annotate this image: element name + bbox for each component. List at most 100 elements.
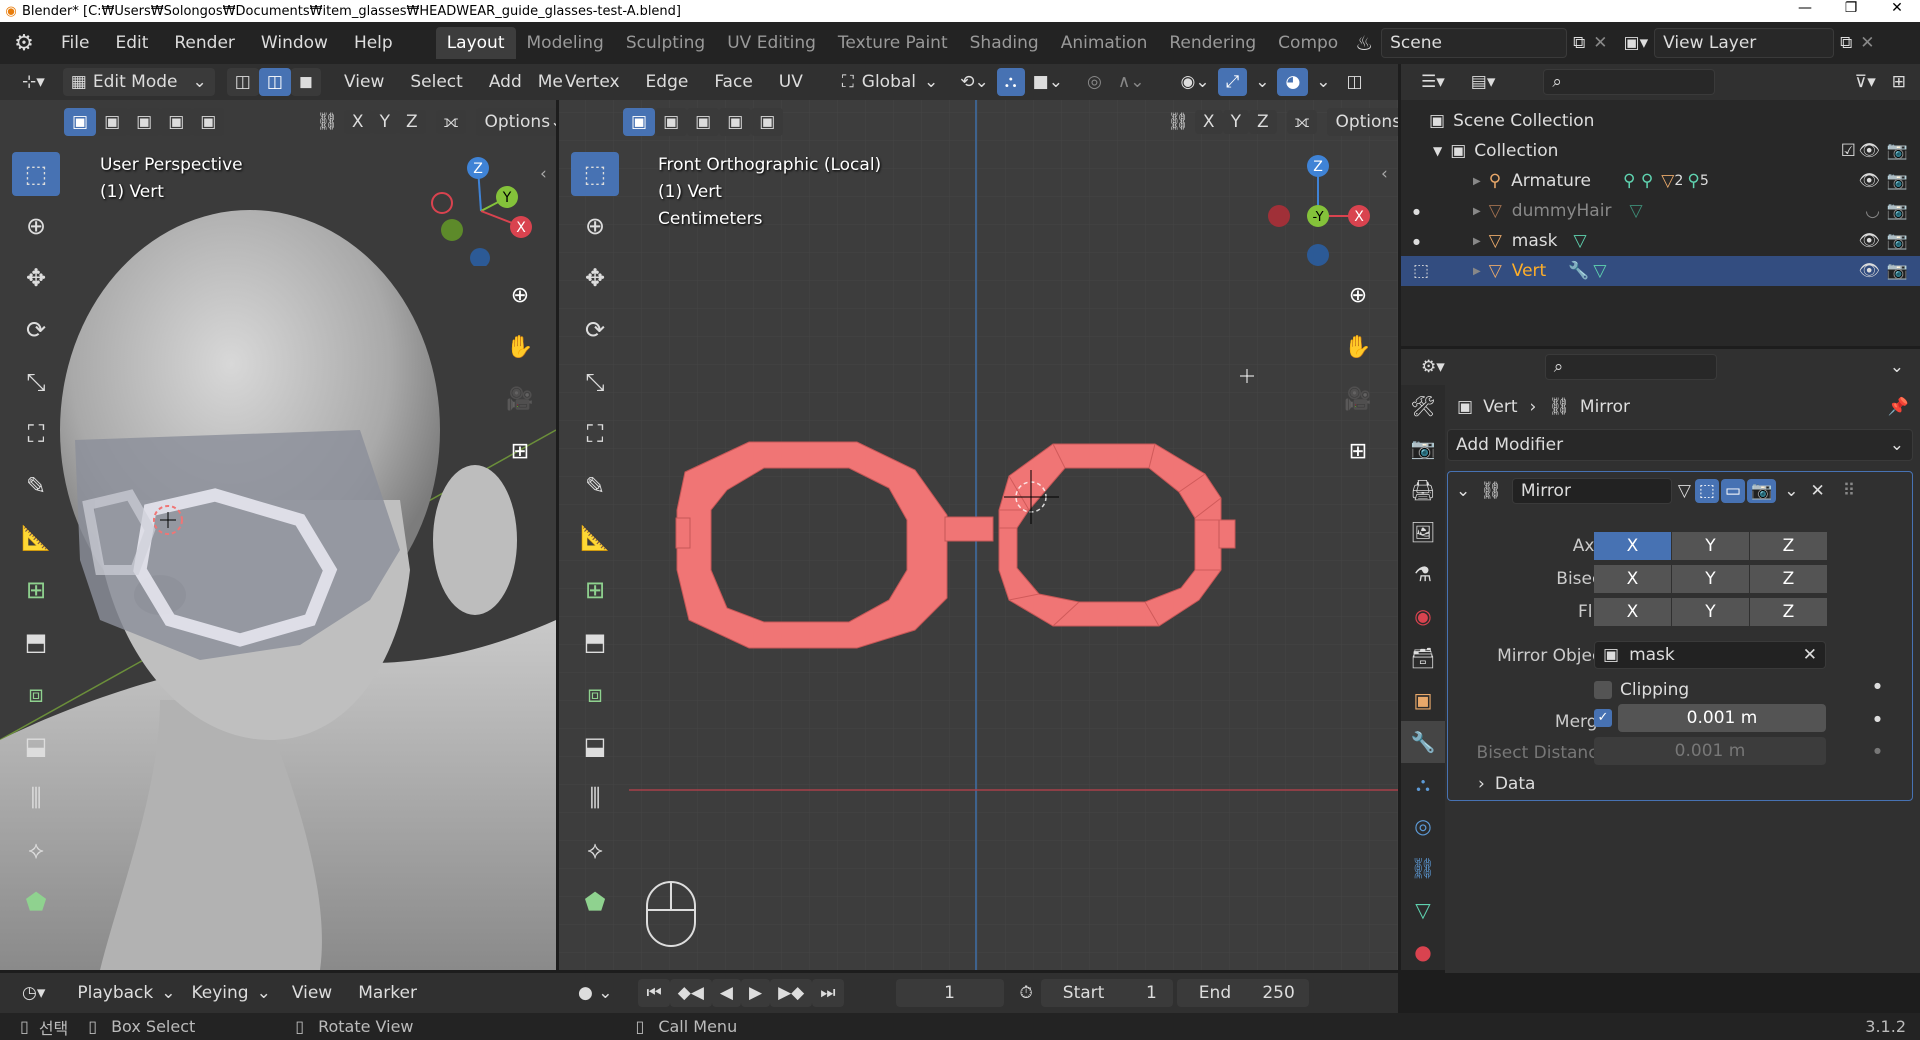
add-modifier-dropdown[interactable]: Add Modifier ⌄ <box>1447 429 1913 461</box>
auto-keying-icon[interactable]: ● ⌄ <box>570 979 620 1007</box>
right-rotate-tool-icon[interactable]: ⟳ <box>571 308 619 352</box>
move-tool-icon[interactable]: ✥ <box>12 256 60 300</box>
overlays-dropdown-icon[interactable]: ⌄ <box>1308 68 1338 96</box>
vertex-select-icon[interactable]: ◫ <box>226 68 259 96</box>
tab-animation[interactable]: Animation <box>1050 27 1159 59</box>
bisect-distance-keyframe-dot[interactable]: ● <box>1874 746 1881 755</box>
view-layer-icon[interactable]: ▣▾ <box>1624 33 1649 53</box>
right-sidebar-toggle-icon[interactable]: ‹ <box>1381 164 1388 184</box>
jump-end-icon[interactable]: ⏭ <box>812 979 844 1007</box>
jump-start-icon[interactable]: ⏮ <box>638 979 670 1007</box>
playback-menu[interactable]: Playback ⌄ <box>69 979 183 1007</box>
keying-menu[interactable]: Keying ⌄ <box>183 979 278 1007</box>
render-tab-icon[interactable]: 📷 <box>1401 427 1445 469</box>
right-annotate-tool-icon[interactable]: ✎ <box>571 464 619 508</box>
start-frame-field[interactable]: Start 1 <box>1040 979 1173 1007</box>
tab-rendering[interactable]: Rendering <box>1158 27 1267 59</box>
filter-icon[interactable]: ⊽▾ <box>1847 68 1884 96</box>
left-3d-viewport[interactable]: ▣ ▣ ▣ ▣ ▣ ⛓ X Y Z ⟗ Options⌄ ⬚ ⊕ ✥ ⟳ ⤡ ⛶… <box>0 100 556 970</box>
zoom-icon[interactable]: ⊕ <box>500 275 540 315</box>
menu-edit[interactable]: Edit <box>102 33 161 53</box>
mask-camera-icon[interactable]: 📷 <box>1887 231 1908 251</box>
constraints-tab-icon[interactable]: ⛓ <box>1401 847 1445 889</box>
right-transform-tool-icon[interactable]: ⛶ <box>571 412 619 456</box>
view-layer-selector[interactable]: View Layer <box>1654 28 1835 58</box>
right-move-tool-icon[interactable]: ✥ <box>571 256 619 300</box>
right-loop-cut-tool-icon[interactable]: ⫼ <box>571 776 619 820</box>
remove-view-layer-icon[interactable]: ✕ <box>1860 33 1874 53</box>
pivot-point-icon[interactable]: ⟲⌄ <box>952 68 997 96</box>
new-view-layer-icon[interactable]: ⧉ <box>1840 33 1852 53</box>
menu-help[interactable]: Help <box>341 33 406 53</box>
collection-row[interactable]: ▼ ▣ Collection ☑ 👁 📷 <box>1401 136 1920 166</box>
pan-hand-icon[interactable]: ✋ <box>500 327 540 367</box>
display-mode-icon[interactable]: ▤▾ <box>1463 68 1504 96</box>
right-pan-hand-icon[interactable]: ✋ <box>1338 327 1378 367</box>
right-axis-z[interactable]: Z <box>1248 110 1277 134</box>
right-perspective-toggle-icon[interactable]: ⊞ <box>1338 431 1378 471</box>
data-subpanel-header[interactable]: › Data <box>1478 774 1535 794</box>
preview-range-icon[interactable]: ⏱ <box>1012 979 1041 1007</box>
menu-face[interactable]: Face <box>701 72 765 92</box>
collection-camera-icon[interactable]: 📷 <box>1887 141 1908 161</box>
right-3d-viewport[interactable]: ▣ ▣ ▣ ▣ ▣ ⛓ X Y Z ⟗ Options⌄ ⬚ ⊕ ✥ ⟳ ⤡ ⛶… <box>559 100 1398 970</box>
left-sidebar-toggle-icon[interactable]: ‹ <box>540 164 547 184</box>
outliner-item-armature[interactable]: ▶ ⚲ Armature ⚲ ⚲ ▽ 2 ⚲ 5 👁 📷 <box>1401 166 1920 196</box>
clipping-keyframe-dot[interactable]: ● <box>1874 681 1881 690</box>
right-scale-tool-icon[interactable]: ⤡ <box>571 360 619 404</box>
tab-layout[interactable]: Layout <box>435 27 516 59</box>
proportional-edit-icon[interactable]: ◎ <box>1079 68 1110 96</box>
face-select-icon[interactable]: ◼ <box>290 68 322 96</box>
expand-dummyhair-icon[interactable]: ▶ <box>1473 206 1481 217</box>
menu-window[interactable]: Window <box>248 33 341 53</box>
collection-checkbox[interactable]: ☑ <box>1841 141 1856 161</box>
outliner-item-vert[interactable]: ⬚ ▶ ▽ Vert 🔧 ▽ 👁 📷 <box>1401 256 1920 286</box>
outliner-editor-type-icon[interactable]: ☰▾ <box>1413 68 1453 96</box>
new-scene-icon[interactable]: ⧉ <box>1573 33 1585 53</box>
right-select-box-tool-icon[interactable]: ⬚ <box>571 152 619 196</box>
remove-modifier-icon[interactable]: ✕ <box>1810 481 1824 501</box>
select-box-tool-icon[interactable]: ⬚ <box>12 152 60 196</box>
right-select-new-icon[interactable]: ▣ <box>623 108 656 136</box>
expand-mask-icon[interactable]: ▶ <box>1473 236 1481 247</box>
rotate-tool-icon[interactable]: ⟳ <box>12 308 60 352</box>
scale-tool-icon[interactable]: ⤡ <box>12 360 60 404</box>
right-select-invert-icon[interactable]: ▣ <box>719 108 752 136</box>
right-options-dropdown[interactable]: Options⌄ <box>1327 108 1398 136</box>
editor-type-icon[interactable]: ⊹▾ <box>14 68 53 96</box>
right-select-extend-icon[interactable]: ▣ <box>655 108 688 136</box>
armature-camera-icon[interactable]: 📷 <box>1887 171 1908 191</box>
orientation-selector[interactable]: ⛶ Global ⌄ <box>834 68 946 96</box>
dummyhair-hidden-icon[interactable]: ◡ <box>1865 201 1880 221</box>
edit-cage-icon[interactable]: ▽ <box>1678 481 1691 501</box>
edge-select-icon[interactable]: ◫ <box>258 68 291 96</box>
right-extrude-tool-icon[interactable]: ⬒ <box>571 620 619 664</box>
tab-texture-paint[interactable]: Texture Paint <box>827 27 959 59</box>
camera-view-icon[interactable]: 🎥 <box>500 379 540 419</box>
right-select-subtract-icon[interactable]: ▣ <box>687 108 720 136</box>
bevel-tool-icon[interactable]: ⬓ <box>12 724 60 768</box>
clipping-row[interactable]: Clipping <box>1594 676 1689 704</box>
play-reverse-icon[interactable]: ◀ <box>711 979 741 1007</box>
edit-mode-display-icon[interactable]: ⬚ <box>1694 479 1719 503</box>
physics-tab-icon[interactable]: ◎ <box>1401 805 1445 847</box>
output-tab-icon[interactable]: 🖨 <box>1401 469 1445 511</box>
vert-eye-icon[interactable]: 👁 <box>1858 261 1880 281</box>
dummyhair-camera-icon[interactable]: 📷 <box>1887 201 1908 221</box>
outliner-item-mask[interactable]: ● ▶ ▽ mask ▽ 👁 📷 <box>1401 226 1920 256</box>
material-tab-icon[interactable]: ● <box>1401 931 1445 973</box>
menu-file[interactable]: File <box>48 33 102 53</box>
right-poly-build-tool-icon[interactable]: ⬟ <box>571 880 619 924</box>
minimize-button[interactable]: — <box>1782 0 1828 16</box>
axis-y-toggle[interactable]: Y <box>1672 532 1749 560</box>
falloff-icon[interactable]: ∧⌄ <box>1110 68 1153 96</box>
close-window-button[interactable]: ✕ <box>1874 0 1920 16</box>
mirror-object-field[interactable]: ▣ mask ✕ <box>1594 641 1826 669</box>
menu-edge[interactable]: Edge <box>633 72 702 92</box>
tab-sculpting[interactable]: Sculpting <box>615 27 716 59</box>
cursor-tool-icon[interactable]: ⊕ <box>12 204 60 248</box>
flip-y-toggle[interactable]: Y <box>1672 598 1749 626</box>
modifier-collapse-icon[interactable]: ⌄ <box>1456 481 1470 501</box>
perspective-toggle-icon[interactable]: ⊞ <box>500 431 540 471</box>
visibility-icon[interactable]: ◉⌄ <box>1173 68 1218 96</box>
